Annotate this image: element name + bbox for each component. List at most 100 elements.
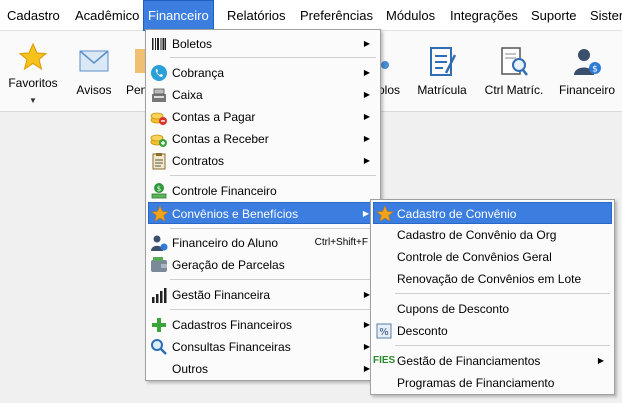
- menu-item-label: Controle Financeiro: [172, 184, 277, 198]
- menu-item-cadastros-financeiros[interactable]: Cadastros Financeiros ▶: [148, 314, 378, 336]
- divider: [395, 345, 610, 346]
- menu-item-label: Caixa: [172, 88, 203, 102]
- svg-text:$: $: [157, 185, 161, 193]
- user-money-icon: [151, 235, 168, 251]
- menu-bar: Cadastro Acadêmico Financeiro Relatórios…: [0, 0, 622, 31]
- menu-item-label: Controle de Convênios Geral: [397, 250, 552, 264]
- menu-item-convenios-e-beneficios[interactable]: Convênios e Benefícios ▶: [148, 202, 378, 224]
- divider: [170, 309, 376, 310]
- menu-integracoes[interactable]: Integrações: [450, 0, 518, 31]
- form-icon: [430, 47, 456, 76]
- star-icon: [151, 205, 169, 222]
- financeiro-button[interactable]: $ Financeiro: [554, 31, 620, 111]
- plus-icon: [152, 318, 166, 332]
- protocolos-label: olos: [378, 83, 401, 97]
- star-icon: [18, 42, 48, 71]
- menu-item-label: Contratos: [172, 154, 225, 168]
- menu-item-label: Renovação de Convênios em Lote: [397, 272, 582, 286]
- menu-item-caixa[interactable]: Caixa ▶: [148, 84, 378, 106]
- menu-item-contas-a-receber[interactable]: Contas a Receber ▶: [148, 128, 378, 150]
- submenu-item-renovacao-de-convenios-em-lote[interactable]: Renovação de Convênios em Lote: [373, 268, 612, 290]
- favoritos-label: Favoritos: [8, 76, 58, 90]
- chevron-right-icon: ▶: [363, 90, 370, 99]
- shortcut-label: Ctrl+Shift+F: [314, 237, 368, 248]
- submenu-item-programas-de-financiamento[interactable]: Programas de Financiamento: [373, 372, 612, 394]
- chevron-right-icon: ▶: [363, 134, 370, 143]
- submenu-item-cadastro-de-convenio-da-org[interactable]: Cadastro de Convênio da Org: [373, 224, 612, 246]
- financeiro-label: Financeiro: [558, 83, 616, 97]
- submenu-item-controle-de-convenios-geral[interactable]: Controle de Convênios Geral: [373, 246, 612, 268]
- chevron-down-icon: ▼: [29, 96, 37, 105]
- menu-cadastro[interactable]: Cadastro: [7, 0, 60, 31]
- menu-item-controle-financeiro[interactable]: $ Controle Financeiro: [148, 180, 378, 202]
- menu-preferencias[interactable]: Preferências: [300, 0, 373, 31]
- menu-item-gestao-financeira[interactable]: Gestão Financeira ▶: [148, 284, 378, 306]
- submenu-item-desconto[interactable]: % Desconto: [373, 320, 612, 342]
- magnifier-icon: [151, 339, 167, 355]
- menu-academico[interactable]: Acadêmico: [75, 0, 139, 31]
- fies-icon: FIES: [373, 355, 396, 366]
- menu-item-label: Cadastros Financeiros: [172, 318, 293, 332]
- menu-item-label: Outros: [172, 362, 209, 376]
- submenu-item-cadastro-de-convenio[interactable]: Cadastro de Convênio: [373, 202, 612, 224]
- svg-text:$: $: [592, 65, 598, 75]
- menu-item-financeiro-do-aluno[interactable]: Financeiro do Aluno Ctrl+Shift+F: [148, 232, 378, 254]
- menu-item-label: Financeiro do Aluno: [172, 236, 279, 250]
- pendencias-button[interactable]: Pen: [124, 31, 146, 111]
- convenios-submenu: Cadastro de Convênio Cadastro de Convêni…: [370, 199, 615, 395]
- chevron-right-icon: ▶: [362, 209, 369, 218]
- divider: [170, 279, 376, 280]
- barcode-icon: [152, 38, 166, 50]
- menu-item-label: Gestão Financeira: [172, 288, 271, 302]
- menu-item-label: Consultas Financeiras: [172, 340, 291, 354]
- submenu-item-cupons-de-desconto[interactable]: Cupons de Desconto: [373, 298, 612, 320]
- avisos-label: Avisos: [76, 83, 112, 97]
- menu-item-boletos[interactable]: Boletos ▶: [148, 33, 378, 55]
- cash-register-icon: [152, 88, 166, 102]
- favoritos-button[interactable]: Favoritos ▼: [0, 31, 66, 111]
- document-search-icon: [501, 47, 528, 76]
- menu-item-label: Geração de Parcelas: [172, 258, 285, 272]
- menu-item-label: Contas a Receber: [172, 132, 269, 146]
- matricula-button[interactable]: Matrícula: [412, 31, 472, 111]
- menu-relatorios[interactable]: Relatórios: [227, 0, 286, 31]
- menu-item-outros[interactable]: Outros ▶: [148, 358, 378, 380]
- chevron-right-icon: ▶: [363, 156, 370, 165]
- envelope-icon: [79, 50, 109, 72]
- menu-sister[interactable]: Sister: [590, 0, 622, 31]
- protocolos-button[interactable]: olos: [378, 31, 410, 111]
- wallet-icon: [151, 257, 167, 272]
- menu-item-label: Gestão de Financiamentos: [397, 354, 541, 368]
- menu-item-label: Convênios e Benefícios: [172, 207, 299, 221]
- ctrl-matricula-button[interactable]: Ctrl Matríc.: [478, 31, 550, 111]
- menu-item-label: Boletos: [172, 37, 213, 51]
- divider: [170, 57, 376, 58]
- submenu-item-gestao-de-financiamentos[interactable]: FIES Gestão de Financiamentos ▶: [373, 350, 612, 372]
- chevron-right-icon: ▶: [363, 68, 370, 77]
- menu-item-label: Contas a Pagar: [172, 110, 256, 124]
- divider: [170, 228, 376, 229]
- menu-item-cobranca[interactable]: Cobrança ▶: [148, 62, 378, 84]
- money-stack-icon: $: [151, 183, 167, 199]
- protocol-icon: [381, 61, 389, 69]
- chevron-right-icon: ▶: [363, 39, 370, 48]
- clipboard-icon: [152, 153, 166, 170]
- menu-item-label: Cupons de Desconto: [397, 302, 510, 316]
- avisos-button[interactable]: Avisos: [70, 31, 118, 111]
- menu-modulos[interactable]: Módulos: [386, 0, 435, 31]
- bar-chart-icon: [152, 288, 167, 303]
- menu-financeiro[interactable]: Financeiro: [143, 0, 214, 31]
- menu-item-geracao-de-parcelas[interactable]: Geração de Parcelas: [148, 254, 378, 276]
- star-icon: [376, 205, 394, 222]
- chevron-right-icon: ▶: [363, 112, 370, 121]
- menu-item-contas-a-pagar[interactable]: Contas a Pagar ▶: [148, 106, 378, 128]
- menu-item-contratos[interactable]: Contratos ▶: [148, 150, 378, 172]
- coins-plus-icon: [150, 134, 167, 147]
- percent-icon: %: [376, 323, 392, 339]
- user-money-icon: $: [574, 49, 601, 75]
- chevron-right-icon: ▶: [597, 356, 604, 365]
- menu-suporte[interactable]: Suporte: [531, 0, 577, 31]
- menu-item-consultas-financeiras[interactable]: Consultas Financeiras ▶: [148, 336, 378, 358]
- menu-item-label: Cadastro de Convênio: [397, 207, 517, 221]
- matricula-label: Matrícula: [417, 83, 467, 97]
